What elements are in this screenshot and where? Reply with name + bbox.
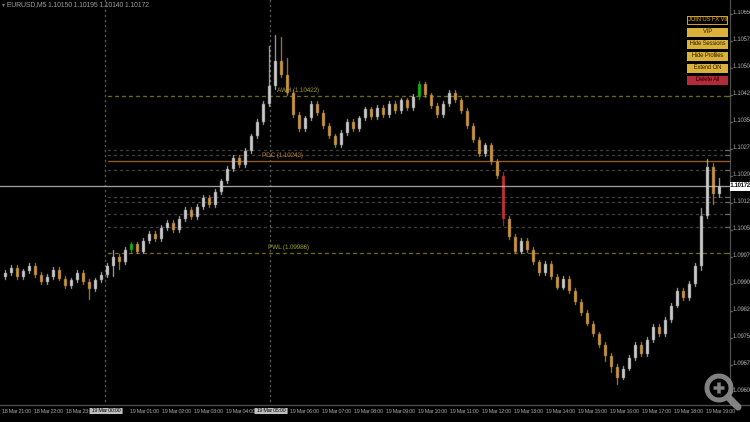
price-axis-label: 1.10200: [733, 172, 750, 178]
zoom-in-icon[interactable]: [700, 371, 746, 417]
price-axis-label: 1.09900: [733, 280, 750, 286]
chart-window: ▾ EURUSD,M5 1.10150 1.10195 1.10140 1.101…: [0, 0, 750, 422]
level-label-pwl: PWL (1.09986): [268, 244, 309, 251]
chart-title: ▾ EURUSD,M5 1.10150 1.10195 1.10140 1.101…: [2, 2, 149, 9]
price-axis-label: 1.09750: [733, 334, 750, 340]
chart-title-text: EURUSD,M5 1.10150 1.10195 1.10140 1.1017…: [6, 2, 149, 9]
price-axis-label: 1.10125: [733, 199, 750, 205]
time-axis-label: 19 Mar 17:00: [642, 409, 671, 415]
time-axis-label: 19 Mar 14:00: [546, 409, 575, 415]
price-axis-label: 1.09825: [733, 307, 750, 313]
time-axis-label: 19 Mar 04:00: [226, 409, 255, 415]
time-axis-label: 19 Mar 16:00: [610, 409, 639, 415]
delete-all-button[interactable]: Delete All: [687, 76, 728, 85]
time-axis-label: 19 Mar 13:00: [514, 409, 543, 415]
time-axis-label-highlighted: 19 Mar 05:00: [254, 408, 288, 414]
time-axis-label: 19 Mar 10:00: [418, 409, 447, 415]
price-axis-label: 1.09975: [733, 253, 750, 259]
time-axis-label: 19 Mar 12:00: [482, 409, 511, 415]
time-axis-label: 18 Mar 21:00: [2, 409, 31, 415]
time-axis-label: 19 Mar 08:00: [354, 409, 383, 415]
price-axis-label: 1.10050: [733, 226, 750, 232]
hide-sessions-button[interactable]: Hide Sessions: [687, 40, 728, 49]
hide-profiles-button[interactable]: Hide Profiles: [687, 52, 728, 61]
time-axis-label: 19 Mar 15:00: [578, 409, 607, 415]
time-axis-label: 19 Mar 09:00: [386, 409, 415, 415]
price-axis-label: 1.10575: [733, 37, 750, 43]
time-axis-label: 19 Mar 18:00: [674, 409, 703, 415]
time-axis-label-highlighted: 19 Mar 00:00: [89, 408, 123, 414]
time-axis-label: 19 Mar 01:00: [130, 409, 159, 415]
price-axis-label: 1.10500: [733, 64, 750, 70]
price-axis-label: 1.10650: [733, 10, 750, 16]
indicator-button-panel: JOIN US FX VIP VIP Hide Sessions Hide Pr…: [687, 16, 728, 88]
price-axis-label: 1.09675: [733, 361, 750, 367]
time-axis-label: 19 Mar 07:00: [322, 409, 351, 415]
level-label-pdc: PDC (1.10242): [262, 152, 303, 159]
one-click-trading-arrow-icon[interactable]: ▾: [2, 3, 5, 9]
time-axis-label: 19 Mar 06:00: [290, 409, 319, 415]
level-label-awh: AWH (1.10422): [277, 87, 319, 94]
vip-button[interactable]: VIP: [687, 28, 728, 37]
join-us-vip-button[interactable]: JOIN US FX VIP: [687, 16, 728, 25]
time-axis-label: 19 Mar 02:00: [162, 409, 191, 415]
time-axis-label: 19 Mar 11:00: [450, 409, 479, 415]
price-axis-label: 1.10350: [733, 118, 750, 124]
price-axis-label: 1.10275: [733, 145, 750, 151]
chart-canvas[interactable]: [0, 0, 750, 422]
time-axis-label: 19 Mar 03:00: [194, 409, 223, 415]
current-price-badge: 1.10172: [730, 182, 750, 191]
price-axis-label: 1.10425: [733, 91, 750, 97]
extend-on-button[interactable]: Extend ON: [687, 64, 728, 73]
time-axis-label: 18 Mar 22:00: [34, 409, 63, 415]
